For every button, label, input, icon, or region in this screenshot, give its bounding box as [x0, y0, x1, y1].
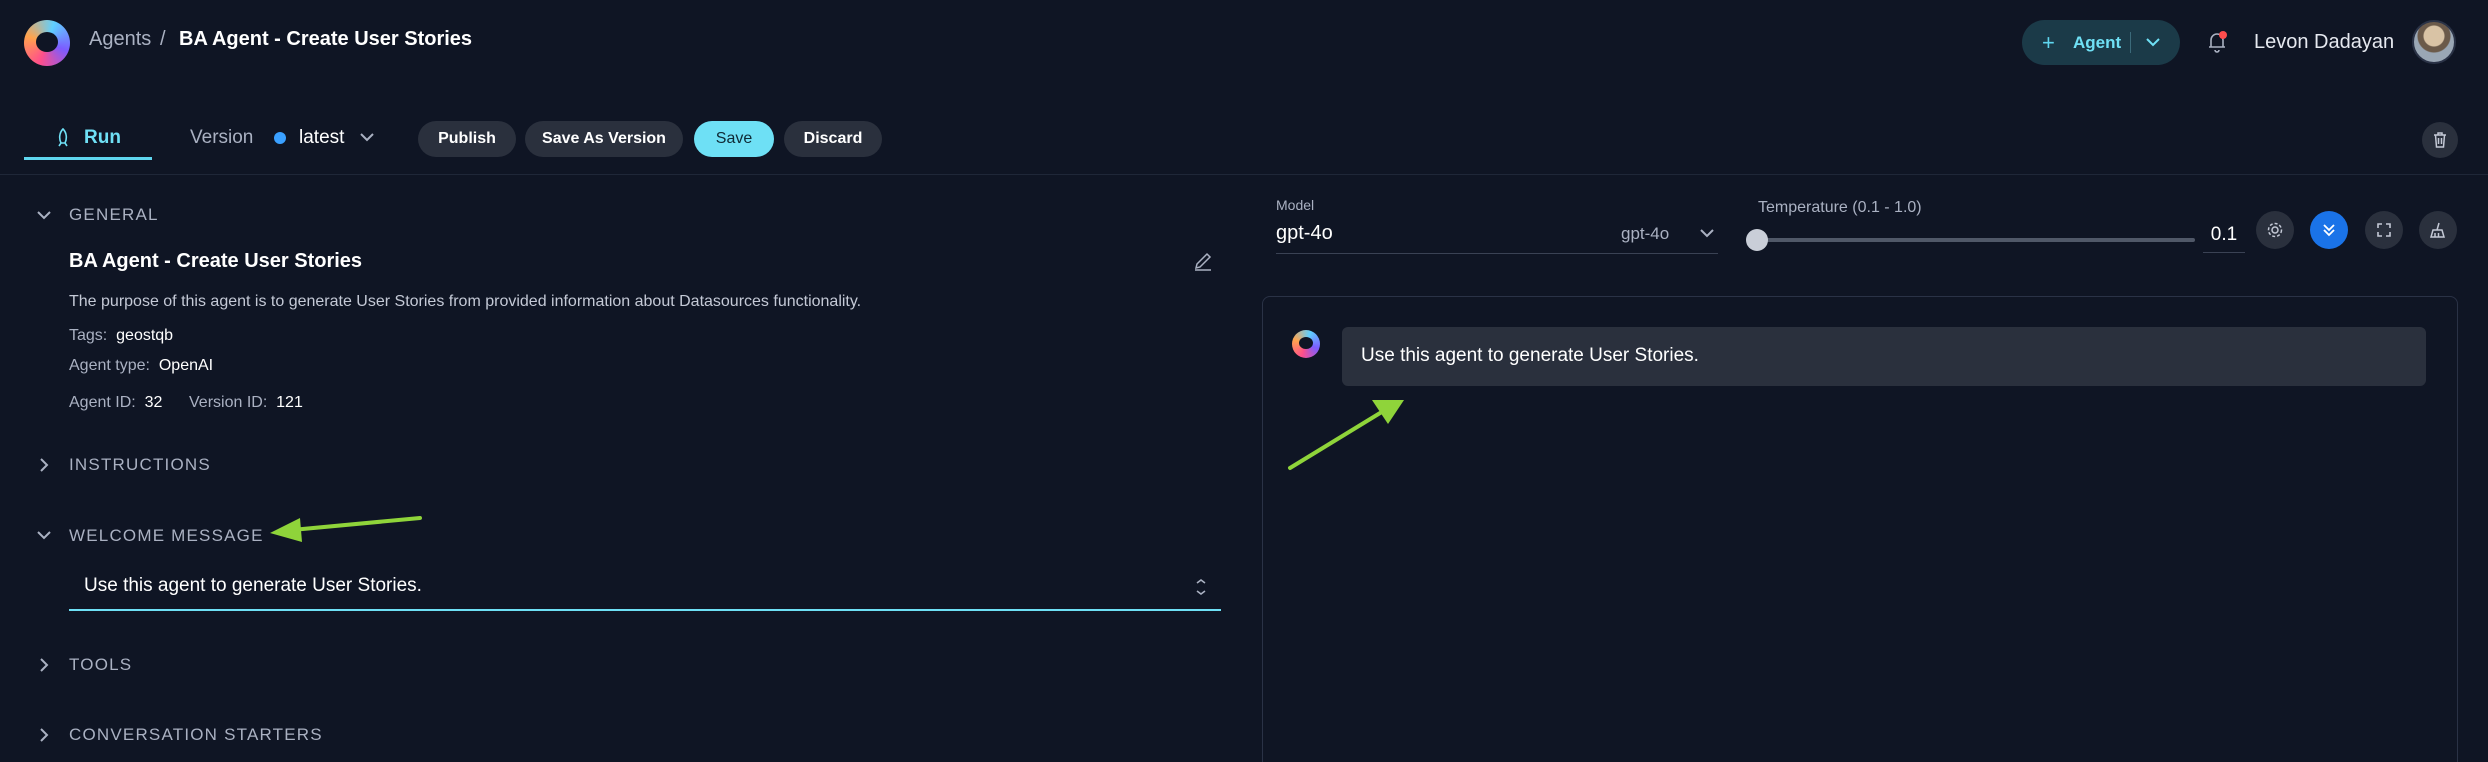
welcome-message-bubble: Use this agent to generate User Stories. — [1342, 327, 2426, 386]
agent-name: BA Agent - Create User Stories — [69, 250, 363, 272]
temperature-label: Temperature (0.1 - 1.0) — [1758, 199, 1922, 216]
fullscreen-button[interactable] — [2365, 211, 2403, 249]
version-select[interactable]: latest — [299, 127, 344, 149]
section-general-title[interactable]: GENERAL — [69, 205, 159, 225]
agent-description: The purpose of this agent is to generate… — [69, 293, 862, 310]
add-agent-label: Agent — [2073, 33, 2122, 52]
fullscreen-icon — [2377, 223, 2391, 237]
delete-button[interactable] — [2422, 122, 2458, 158]
tags-row: Tags: geostqb — [69, 327, 173, 345]
section-tools-title[interactable]: TOOLS — [69, 655, 132, 675]
tag-value: geostqb — [116, 327, 174, 344]
save-button[interactable]: Save — [694, 121, 774, 157]
version-id-label: Version ID: — [189, 394, 268, 411]
section-conversation-starters-title[interactable]: CONVERSATION STARTERS — [69, 725, 323, 745]
chevron-down-icon[interactable] — [34, 205, 54, 225]
plus-icon: + — [2042, 30, 2055, 55]
app-logo-icon[interactable] — [24, 20, 70, 66]
double-chevron-down-icon — [2323, 224, 2335, 237]
breadcrumb-agents-link[interactable]: Agents — [89, 28, 151, 51]
publish-button[interactable]: Publish — [418, 121, 516, 157]
annotation-arrow-left — [270, 516, 422, 542]
add-agent-button[interactable]: + Agent — [2022, 20, 2180, 65]
model-field-underline — [1276, 253, 1718, 254]
section-instructions-title[interactable]: INSTRUCTIONS — [69, 455, 211, 475]
temperature-input[interactable]: 0.1 — [2203, 217, 2245, 253]
version-id-value: 121 — [276, 394, 303, 411]
welcome-message-text[interactable]: Use this agent to generate User Stories. — [84, 575, 422, 597]
settings-button[interactable] — [2256, 211, 2294, 249]
chevron-down-icon[interactable] — [358, 128, 376, 146]
chevron-right-icon[interactable] — [34, 455, 54, 475]
tab-run[interactable]: Run — [24, 124, 152, 160]
rocket-icon — [58, 128, 68, 147]
breadcrumb-separator: / — [160, 28, 166, 50]
agent-type-value: OpenAI — [158, 357, 214, 374]
top-bar: Agents / BA Agent - Create User Stories … — [0, 0, 2488, 84]
agent-type-label: Agent type: — [69, 357, 150, 374]
version-status-dot — [274, 132, 286, 144]
tags-label: Tags: — [69, 327, 108, 344]
active-tab-indicator — [24, 157, 152, 160]
trash-icon — [2434, 132, 2446, 148]
assistant-avatar-icon — [1292, 330, 1320, 358]
agent-id-value: 32 — [144, 394, 163, 411]
temperature-slider-thumb[interactable] — [1746, 229, 1768, 251]
agent-type-row: Agent type: OpenAI — [69, 357, 213, 375]
chevron-down-icon[interactable] — [2144, 33, 2162, 51]
agent-id-label: Agent ID: — [69, 394, 136, 411]
clear-chat-button[interactable] — [2419, 211, 2457, 249]
notification-badge — [2219, 31, 2227, 39]
temperature-slider-track[interactable] — [1757, 238, 2195, 242]
model-select[interactable]: gpt-4o — [1621, 224, 1669, 244]
version-id-row: Version ID: 121 — [189, 394, 303, 412]
chevron-right-icon[interactable] — [34, 725, 54, 745]
model-label: Model — [1276, 197, 1315, 213]
button-divider — [2130, 32, 2131, 53]
broom-icon — [2430, 222, 2445, 238]
header-divider — [0, 174, 2488, 175]
avatar[interactable] — [2412, 20, 2456, 64]
user-name[interactable]: Levon Dadayan — [2254, 31, 2394, 54]
chat-welcome-text: Use this agent to generate User Stories. — [1361, 345, 1699, 366]
welcome-message-input[interactable]: Use this agent to generate User Stories. — [69, 565, 1221, 611]
section-welcome-title[interactable]: WELCOME MESSAGE — [69, 526, 264, 546]
expand-icon[interactable] — [1193, 577, 1209, 597]
collapse-button[interactable] — [2310, 211, 2348, 249]
edit-icon[interactable] — [1192, 250, 1214, 272]
chevron-right-icon[interactable] — [34, 655, 54, 675]
model-value[interactable]: gpt-4o — [1276, 222, 1333, 245]
version-label: Version — [190, 127, 254, 148]
discard-button[interactable]: Discard — [784, 121, 882, 157]
agent-id-row: Agent ID: 32 — [69, 394, 162, 412]
tab-run-label: Run — [84, 127, 121, 148]
gear-icon — [2267, 222, 2283, 238]
breadcrumb-current: BA Agent - Create User Stories — [179, 28, 473, 50]
chevron-down-icon[interactable] — [34, 525, 54, 545]
save-as-version-button[interactable]: Save As Version — [525, 121, 683, 157]
chevron-down-icon[interactable] — [1698, 224, 1716, 242]
